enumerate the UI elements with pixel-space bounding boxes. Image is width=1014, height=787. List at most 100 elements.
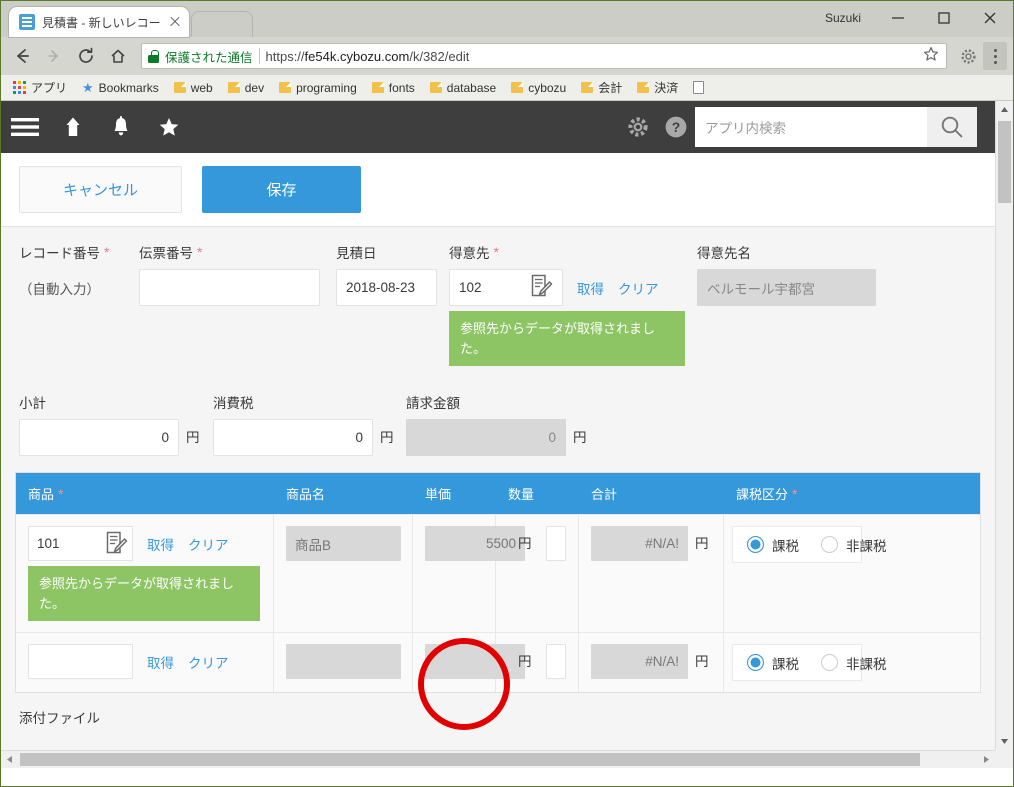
tab-close-icon[interactable] [167, 14, 183, 30]
horizontal-scrollbar[interactable] [1, 750, 1013, 768]
billing-amount-value: 0 [406, 419, 566, 456]
bookmark-star-icon[interactable] [922, 46, 940, 67]
cell-tax-class: 課税 非課税 [724, 515, 887, 632]
reload-icon[interactable] [71, 41, 101, 71]
bookmark-kessai[interactable]: 決済 [631, 77, 684, 98]
radio-dot-selected [747, 654, 764, 671]
product-fetch-link[interactable]: 取得 [147, 534, 174, 554]
search-input[interactable]: アプリ内検索 [695, 107, 927, 147]
bookmark-apps[interactable]: アプリ [7, 77, 73, 98]
cell-total: #N/A! 円 [579, 633, 724, 692]
save-button[interactable]: 保存 [202, 166, 361, 213]
address-bar[interactable]: 保護された通信 https://fe54k.cybozu.com/k/382/e… [141, 43, 947, 69]
lookup-edit-icon[interactable] [529, 274, 553, 302]
required-mark: * [197, 243, 203, 260]
search-magnifier-icon[interactable] [927, 107, 977, 147]
bookmark-label: web [190, 80, 213, 95]
customer-clear-link[interactable]: クリア [618, 278, 659, 298]
bookmark-page[interactable] [687, 79, 710, 96]
home-icon[interactable] [49, 101, 97, 153]
subtotal-unit: 円 [186, 430, 200, 445]
three-dot-menu-icon[interactable] [983, 42, 1007, 70]
scroll-down-arrow-icon[interactable] [996, 733, 1013, 750]
bookmark-label: Bookmarks [98, 80, 159, 95]
quantity-input[interactable] [545, 526, 566, 561]
radio-taxable[interactable]: 課税 [747, 653, 799, 673]
customer-lookup-input[interactable]: 102 [449, 269, 563, 306]
lock-secure-icon [148, 49, 159, 63]
cancel-button[interactable]: キャンセル [19, 166, 182, 213]
required-mark: * [792, 485, 798, 502]
product-lookup-input[interactable]: 101 [28, 526, 133, 561]
home-icon[interactable] [103, 41, 133, 71]
bookmark-programing[interactable]: programing [273, 79, 363, 97]
customer-fetch-link[interactable]: 取得 [577, 278, 604, 298]
bookmark-dev[interactable]: dev [222, 79, 270, 97]
vertical-scrollbar[interactable] [995, 101, 1013, 750]
field-quote-date: 見積日 2018-08-23 [336, 243, 449, 306]
product-clear-link[interactable]: クリア [188, 534, 229, 554]
field-label: 請求金額 [406, 395, 460, 411]
close-icon[interactable] [967, 3, 1013, 33]
star-favorite-icon[interactable] [145, 101, 193, 153]
scroll-right-arrow-icon[interactable] [978, 751, 995, 768]
subtotal-input[interactable]: 0 [19, 419, 179, 456]
quote-date-input[interactable]: 2018-08-23 [336, 269, 437, 306]
field-label: 得意先 * [449, 243, 499, 261]
extension-gear-icon[interactable] [955, 43, 981, 69]
cell-tax-class: 課税 非課税 [724, 633, 887, 692]
product-lookup-input[interactable] [28, 644, 133, 679]
tax-input[interactable]: 0 [213, 419, 373, 456]
required-mark: * [493, 243, 499, 260]
scroll-left-arrow-icon[interactable] [1, 751, 18, 768]
maximize-icon[interactable] [921, 3, 967, 33]
radio-label: 非課税 [846, 656, 887, 672]
cell-product: 取得 クリア [16, 633, 274, 692]
bookmark-label: cybozu [528, 80, 567, 95]
table-row: 101 取得 クリア 参照先からデータが取得されました。 商品B 5500 円 … [16, 514, 980, 632]
browser-toolbar: 保護された通信 https://fe54k.cybozu.com/k/382/e… [1, 37, 1013, 75]
radio-nontaxable[interactable]: 非課税 [821, 535, 887, 555]
bookmark-label: database [446, 80, 497, 95]
horizontal-scrollbar-thumb[interactable] [20, 753, 920, 766]
field-slip-number: 伝票番号 * [139, 243, 336, 306]
search-placeholder: アプリ内検索 [705, 121, 786, 136]
bookmark-label: 会計 [598, 81, 623, 95]
product-clear-link[interactable]: クリア [188, 652, 229, 672]
product-value: 101 [37, 536, 60, 551]
back-arrow-icon[interactable] [7, 41, 37, 71]
bookmark-web[interactable]: web [168, 79, 219, 97]
cell-product: 101 取得 クリア 参照先からデータが取得されました。 [16, 515, 274, 632]
vertical-scrollbar-thumb[interactable] [998, 121, 1011, 203]
field-billing-amount: 請求金額 0 円 [406, 393, 606, 456]
browser-profile-label[interactable]: Suzuki [811, 11, 875, 25]
column-header-tax-class: 課税区分 * [736, 485, 798, 503]
radio-dot [821, 536, 838, 553]
bookmark-cybozu[interactable]: cybozu [505, 79, 572, 97]
folder-icon [371, 82, 384, 93]
gear-settings-icon[interactable] [619, 101, 657, 153]
help-question-icon[interactable]: ? [657, 101, 695, 153]
bookmark-database[interactable]: database [424, 79, 502, 97]
bell-notification-icon[interactable] [97, 101, 145, 153]
lookup-edit-icon[interactable] [104, 531, 128, 559]
product-name-value [286, 644, 401, 679]
scroll-up-arrow-icon[interactable] [996, 101, 1013, 118]
bookmark-kaikei[interactable]: 会計 [575, 77, 628, 98]
column-header-unit-price: 単価 [425, 487, 452, 502]
field-label: 小計 [19, 395, 46, 411]
product-fetch-link[interactable]: 取得 [147, 652, 174, 672]
new-tab-button[interactable] [191, 11, 253, 37]
product-lookup-row: 101 取得 クリア [28, 526, 261, 561]
cell-unit-price-unit: 円 [496, 633, 579, 692]
scrollbar-corner [995, 750, 1013, 768]
browser-tab[interactable]: 見積書 - 新しいレコード [9, 7, 189, 37]
slip-number-input[interactable] [139, 269, 320, 306]
radio-nontaxable[interactable]: 非課税 [821, 653, 887, 673]
bookmark-fonts[interactable]: fonts [366, 79, 421, 97]
quantity-input[interactable] [545, 644, 566, 679]
minimize-icon[interactable] [875, 3, 921, 33]
hamburger-menu-icon[interactable] [1, 101, 49, 153]
radio-taxable[interactable]: 課税 [747, 535, 799, 555]
bookmark-bookmarks[interactable]: ★ Bookmarks [76, 79, 165, 97]
